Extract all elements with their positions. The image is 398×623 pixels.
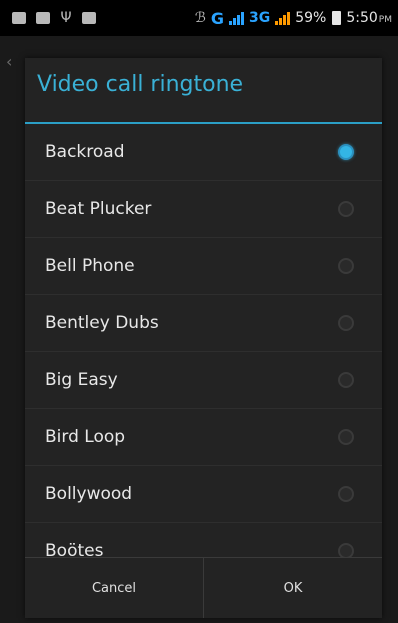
ringtone-option[interactable]: Beat Plucker: [25, 181, 382, 238]
ringtone-option-label: Bentley Dubs: [45, 313, 159, 333]
signal2-strength-icon: [275, 11, 291, 25]
battery-icon: [332, 11, 342, 25]
usb-icon: Ψ: [60, 10, 72, 26]
chevron-left-icon: ‹: [6, 52, 13, 71]
bluetooth-icon: ℬ: [194, 10, 206, 26]
clock: 5:50PM: [346, 10, 392, 26]
ringtone-option-label: Big Easy: [45, 370, 118, 390]
notification-icons: Ψ: [12, 11, 96, 25]
radio-unselected-icon[interactable]: [338, 543, 354, 558]
dialog-buttons: Cancel OK: [25, 557, 382, 618]
system-icons: ℬ G 3G 59% 5:50PM: [195, 9, 392, 28]
clock-ampm: PM: [378, 15, 392, 25]
cancel-button[interactable]: Cancel: [25, 558, 203, 618]
ringtone-option[interactable]: Big Easy: [25, 352, 382, 409]
storage-notification-icon: [82, 12, 96, 24]
radio-unselected-icon[interactable]: [338, 258, 354, 274]
dialog-title: Video call ringtone: [37, 72, 244, 97]
ringtone-option[interactable]: Bird Loop: [25, 409, 382, 466]
ringtone-option[interactable]: Bentley Dubs: [25, 295, 382, 352]
ringtone-list[interactable]: Backroad Beat Plucker Bell Phone Bentley Du…: [25, 124, 382, 558]
battery-percentage: 59%: [295, 10, 327, 26]
radio-unselected-icon[interactable]: [338, 429, 354, 445]
radio-unselected-icon[interactable]: [338, 486, 354, 502]
network2-type-label: 3G: [248, 10, 271, 26]
ringtone-option-label: Beat Plucker: [45, 199, 152, 219]
ringtone-option-label: Backroad: [45, 142, 125, 162]
ringtone-option[interactable]: Boötes: [25, 523, 382, 558]
ringtone-option-label: Bell Phone: [45, 256, 135, 276]
status-bar: Ψ ℬ G 3G 59% 5:50PM: [0, 0, 398, 36]
ringtone-dialog: Video call ringtone Backroad Beat Plucker…: [25, 58, 382, 618]
radio-selected-icon[interactable]: [338, 144, 354, 160]
ok-button[interactable]: OK: [203, 558, 382, 618]
ringtone-option[interactable]: Backroad: [25, 124, 382, 181]
network-type-label: G: [210, 8, 224, 28]
ringtone-option[interactable]: Bollywood: [25, 466, 382, 523]
clock-time: 5:50: [346, 10, 378, 26]
radio-unselected-icon[interactable]: [338, 201, 354, 217]
radio-unselected-icon[interactable]: [338, 372, 354, 388]
ringtone-option-label: Boötes: [45, 541, 104, 558]
radio-unselected-icon[interactable]: [338, 315, 354, 331]
signal-strength-icon: [228, 11, 244, 25]
ringtone-option[interactable]: Bell Phone: [25, 238, 382, 295]
download-notification-icon: [12, 12, 26, 24]
ringtone-option-label: Bird Loop: [45, 427, 126, 447]
ringtone-option-label: Bollywood: [45, 484, 133, 504]
image-notification-icon: [36, 12, 50, 24]
